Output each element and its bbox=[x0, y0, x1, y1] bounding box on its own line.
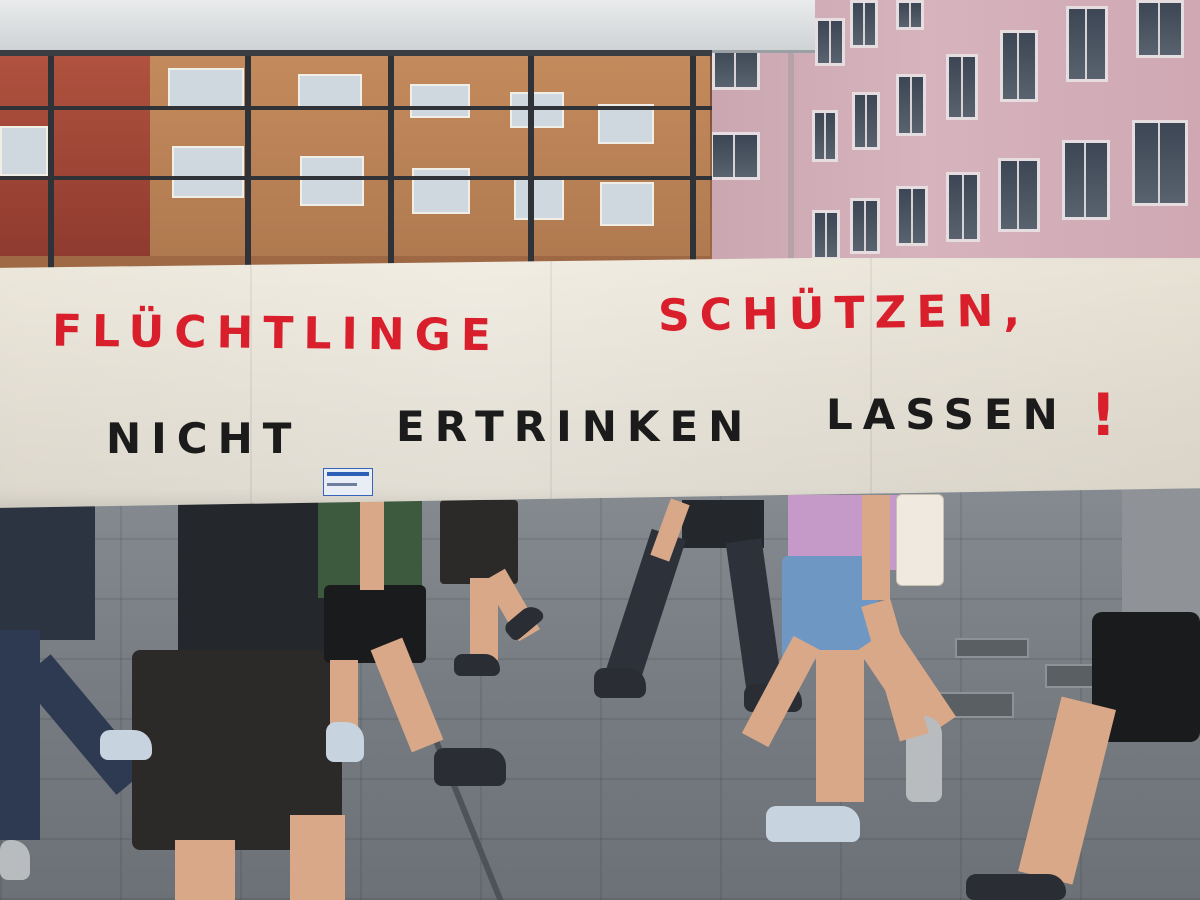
drain-pipe bbox=[788, 40, 794, 260]
person-left-jeans bbox=[0, 630, 40, 840]
sandal bbox=[454, 654, 500, 676]
person-leg bbox=[330, 660, 358, 730]
banner-slogan-let: LASSEN bbox=[826, 390, 1068, 439]
person-black-shirt bbox=[178, 500, 328, 670]
banner-fold bbox=[250, 258, 252, 508]
building-window bbox=[1062, 140, 1110, 220]
building-window bbox=[896, 0, 924, 30]
person-arm bbox=[360, 500, 384, 590]
banner-slogan-drown: ERTRINKEN bbox=[396, 402, 754, 451]
reflected-window bbox=[598, 104, 654, 144]
canopy-roof bbox=[0, 0, 815, 53]
photo-scene: FLÜCHTLINGE SCHÜTZEN, NICHT ERTRINKEN LA… bbox=[0, 0, 1200, 900]
window-frame bbox=[388, 56, 394, 276]
building-window bbox=[896, 186, 928, 246]
window-frame bbox=[690, 56, 696, 276]
person-leg bbox=[175, 840, 235, 900]
building-window bbox=[896, 74, 926, 136]
banner-fold bbox=[550, 258, 552, 508]
banner-slogan-not: NICHT bbox=[106, 414, 302, 463]
reflected-window bbox=[298, 74, 362, 110]
person-arm bbox=[862, 495, 890, 600]
reflected-window bbox=[410, 84, 470, 118]
building-window bbox=[1136, 0, 1184, 58]
banner-sticker bbox=[323, 468, 373, 496]
person-right-shirt bbox=[1122, 480, 1200, 630]
building-window bbox=[710, 132, 760, 180]
reflected-window bbox=[412, 168, 470, 214]
person-leg bbox=[816, 650, 864, 802]
slip-on-shoe bbox=[766, 806, 860, 842]
person-leg bbox=[290, 815, 345, 900]
building-window bbox=[946, 54, 978, 120]
sneaker bbox=[966, 874, 1066, 900]
window-frame bbox=[0, 106, 712, 110]
sneaker bbox=[100, 730, 152, 760]
reflected-window bbox=[510, 92, 564, 128]
building-window bbox=[850, 0, 878, 48]
reflected-window bbox=[600, 182, 654, 226]
tote-bag bbox=[896, 494, 944, 586]
banner-slogan-protect: SCHÜTZEN, bbox=[657, 285, 1031, 342]
glass-storefront bbox=[0, 50, 712, 292]
banner-exclamation: ! bbox=[1090, 381, 1117, 449]
building-window bbox=[1132, 120, 1188, 206]
sneaker bbox=[326, 722, 364, 762]
building-window bbox=[998, 158, 1040, 232]
reflected-window bbox=[172, 146, 244, 198]
reflected-window bbox=[0, 126, 48, 176]
reflected-window bbox=[300, 156, 364, 206]
window-frame bbox=[528, 56, 534, 276]
building-window bbox=[850, 198, 880, 254]
building-window bbox=[812, 210, 840, 260]
building-window bbox=[946, 172, 980, 242]
window-frame bbox=[245, 56, 251, 276]
building-window bbox=[815, 18, 845, 66]
sneaker bbox=[594, 668, 646, 698]
building-window bbox=[1066, 6, 1108, 82]
reflected-window bbox=[168, 68, 244, 110]
drain-cover bbox=[955, 638, 1029, 658]
banner-slogan-refugees: FLÜCHTLINGE bbox=[51, 305, 502, 362]
sneaker bbox=[434, 748, 506, 786]
person-left-shoe bbox=[0, 840, 30, 880]
window-frame bbox=[0, 176, 712, 180]
building-window bbox=[852, 92, 880, 150]
building-window bbox=[812, 110, 838, 162]
building-window bbox=[1000, 30, 1038, 102]
reflected-window bbox=[514, 176, 564, 220]
window-frame bbox=[48, 56, 54, 276]
